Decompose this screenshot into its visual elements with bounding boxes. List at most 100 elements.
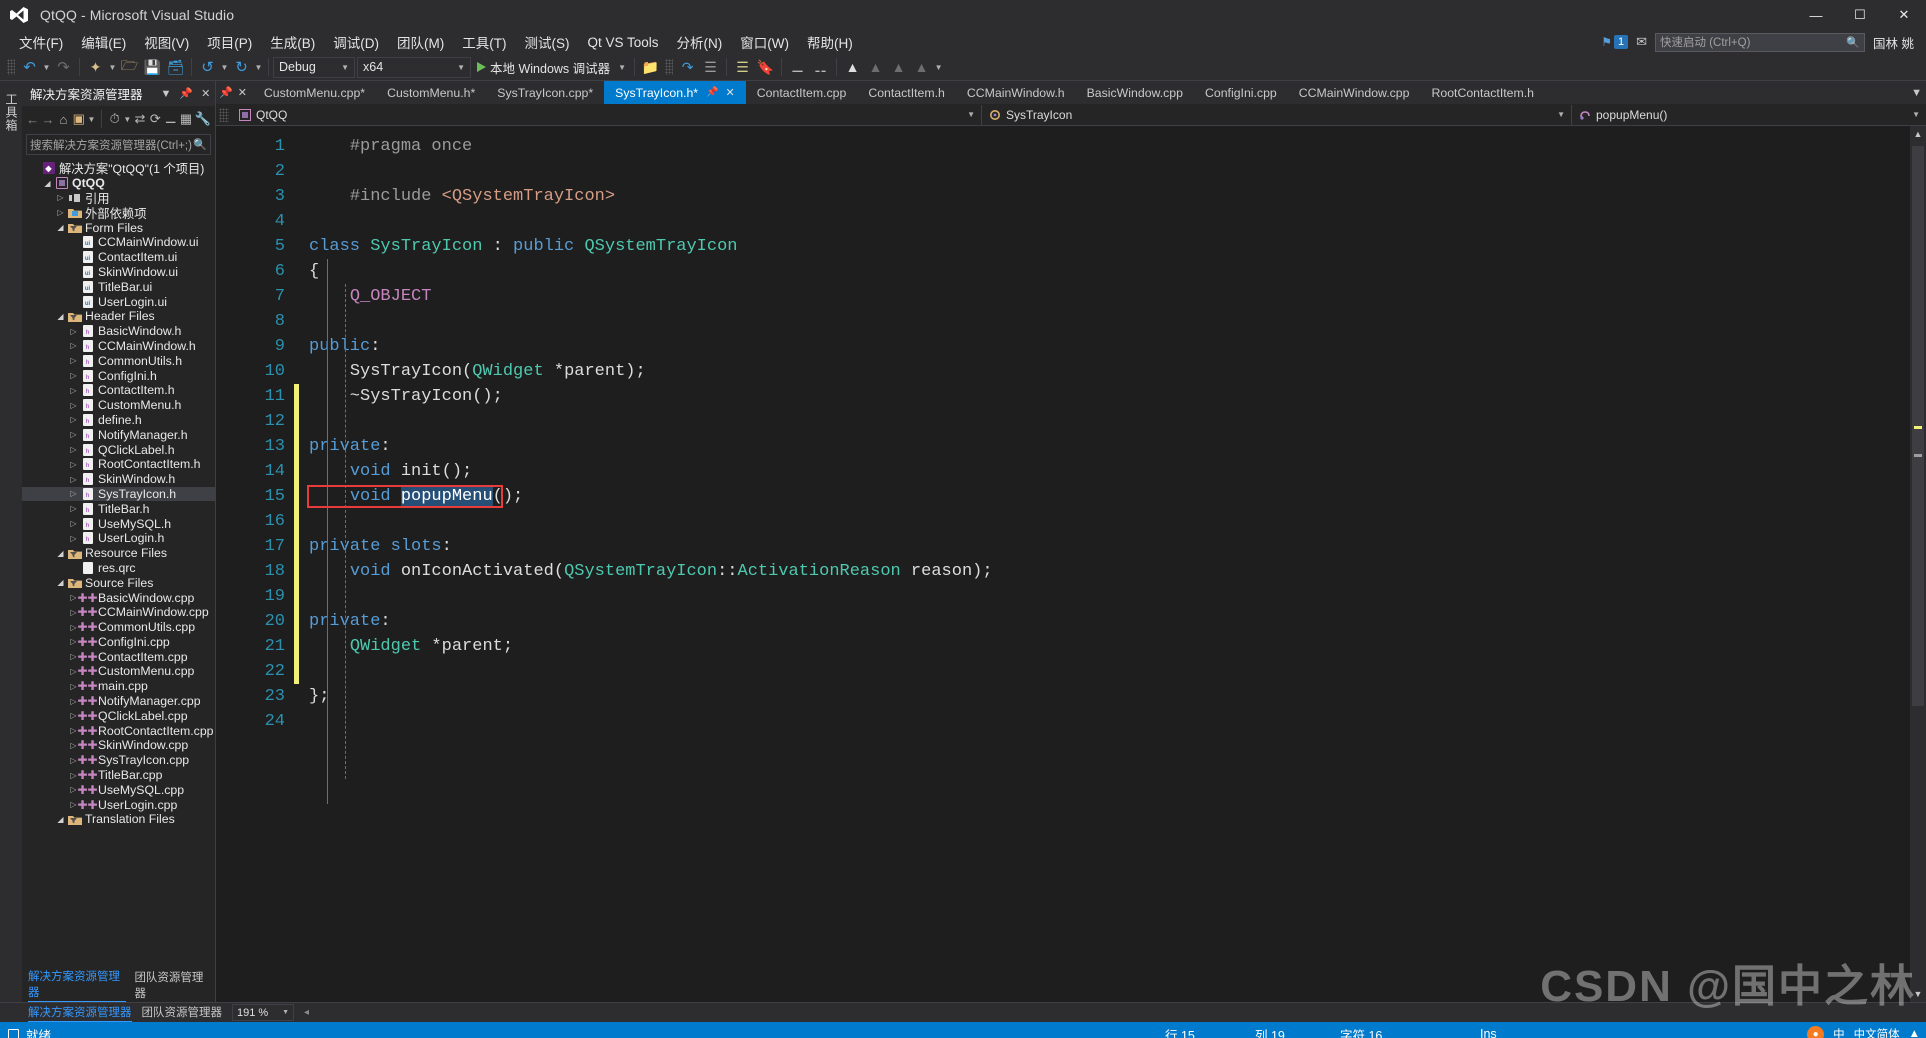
tree-item-userlogin.ui[interactable]: ui UserLogin.ui: [22, 294, 215, 309]
collapse-all-icon[interactable]: ⚊: [164, 109, 177, 129]
chevron-collapsed-icon[interactable]: ▷: [67, 415, 80, 424]
tree-item-skinwindow.cpp[interactable]: ▷ ✚✚ SkinWindow.cpp: [22, 738, 215, 753]
editor-tab-configini.cpp[interactable]: ConfigIni.cpp: [1194, 81, 1288, 104]
configuration-select[interactable]: Debug ▼: [273, 56, 355, 78]
chevron-collapsed-icon[interactable]: ▷: [67, 371, 80, 380]
show-all-files-icon[interactable]: ▦: [179, 109, 192, 129]
panel-tab-solution-explorer[interactable]: 解决方案资源管理器: [28, 968, 127, 1002]
toolbar-extra-5-icon[interactable]: ▲: [887, 56, 910, 78]
menu-item-build[interactable]: 生成(B): [261, 30, 324, 54]
new-project-icon[interactable]: ✦: [84, 56, 107, 78]
panel-tab-team-explorer[interactable]: 团队资源管理器: [134, 969, 211, 1002]
tree-item-qclicklabel.cpp[interactable]: ▷ ✚✚ QClickLabel.cpp: [22, 708, 215, 723]
code-line-8[interactable]: [299, 309, 1910, 334]
tree-item-header-files[interactable]: ◢ Header Files: [22, 309, 215, 324]
menu-item-qt-vs-tools[interactable]: Qt VS Tools: [579, 33, 668, 52]
close-icon[interactable]: ✕: [199, 87, 212, 100]
tree-item-commonutils.h[interactable]: ▷ h CommonUtils.h: [22, 353, 215, 368]
redo-caret-icon[interactable]: ▼: [253, 56, 264, 78]
tree-item-ccmainwindow.ui[interactable]: ui CCMainWindow.ui: [22, 235, 215, 250]
chevron-collapsed-icon[interactable]: ▷: [54, 193, 67, 202]
menu-item-window[interactable]: 窗口(W): [731, 30, 798, 54]
scroll-down-icon[interactable]: ▼: [1910, 986, 1926, 1002]
refresh-icon[interactable]: ⟳: [149, 109, 162, 129]
chevron-expanded-icon[interactable]: ◢: [54, 578, 67, 587]
chevron-down-icon[interactable]: ▼: [87, 108, 95, 130]
toolbar-grip[interactable]: [665, 59, 674, 75]
tree-item-systrayicon.cpp[interactable]: ▷ ✚✚ SysTrayIcon.cpp: [22, 753, 215, 768]
minimize-button[interactable]: —: [1794, 0, 1838, 30]
solution-search-input[interactable]: 搜索解决方案资源管理器(Ctrl+;) 🔍: [26, 134, 211, 155]
code-line-4[interactable]: [299, 209, 1910, 234]
tree-item-main.cpp[interactable]: ▷ ✚✚ main.cpp: [22, 679, 215, 694]
redo-icon[interactable]: ↻: [230, 56, 253, 78]
code-line-3[interactable]: #include <QSystemTrayIcon>: [299, 184, 1910, 209]
editor-tab-custommenu.cpp-[interactable]: CustomMenu.cpp*: [253, 81, 376, 104]
attach-process-icon[interactable]: 📁: [639, 56, 662, 78]
tree-item-contactitem.h[interactable]: ▷ h ContactItem.h: [22, 383, 215, 398]
undo-caret-icon[interactable]: ▼: [219, 56, 230, 78]
toolbar-extra-4-icon[interactable]: ▲: [864, 56, 887, 78]
menu-item-file[interactable]: 文件(F): [10, 30, 72, 54]
close-icon[interactable]: ✕: [238, 86, 247, 99]
scroll-up-icon[interactable]: ▲: [1910, 126, 1926, 142]
code-line-22[interactable]: [299, 659, 1910, 684]
comment-icon[interactable]: ☰: [699, 56, 722, 78]
editor-vertical-scrollbar[interactable]: ▲ ▼: [1910, 126, 1926, 1002]
tree-item-skinwindow.h[interactable]: ▷ h SkinWindow.h: [22, 472, 215, 487]
breakpoint-gutter[interactable]: [216, 126, 234, 1002]
home-icon[interactable]: ⌂: [57, 109, 70, 129]
tree-item--[interactable]: ▷ 外部依赖项: [22, 205, 215, 221]
chevron-collapsed-icon[interactable]: ▷: [67, 475, 80, 484]
chevron-collapsed-icon[interactable]: ▷: [67, 341, 80, 350]
chevron-expanded-icon[interactable]: ◢: [54, 312, 67, 321]
close-button[interactable]: ✕: [1882, 0, 1926, 30]
tree-item-basicwindow.cpp[interactable]: ▷ ✚✚ BasicWindow.cpp: [22, 590, 215, 605]
navigate-forward-icon[interactable]: ↷: [52, 56, 75, 78]
tree-item-rootcontactitem.h[interactable]: ▷ h RootContactItem.h: [22, 457, 215, 472]
menu-item-project[interactable]: 项目(P): [198, 30, 261, 54]
platform-select[interactable]: x64 ▼: [357, 56, 471, 78]
menu-item-help[interactable]: 帮助(H): [798, 30, 862, 54]
chevron-collapsed-icon[interactable]: ▷: [67, 356, 80, 365]
code-line-14[interactable]: void init();: [299, 459, 1910, 484]
editor-tab-systrayicon.h-[interactable]: SysTrayIcon.h* 📌 ✕: [604, 81, 746, 104]
code-line-16[interactable]: [299, 509, 1910, 534]
tree-item-resource-files[interactable]: ◢ Resource Files: [22, 546, 215, 561]
indent-icon[interactable]: ☰: [731, 56, 754, 78]
user-account-name[interactable]: 国林 姚: [1873, 33, 1920, 52]
step-into-icon[interactable]: ↷: [676, 56, 699, 78]
zoom-select[interactable]: 191 % ▼: [232, 1004, 294, 1021]
code-line-20[interactable]: private:: [299, 609, 1910, 634]
tree-item-skinwindow.ui[interactable]: ui SkinWindow.ui: [22, 265, 215, 280]
vertical-tab-toolbox[interactable]: 工具箱: [0, 87, 23, 138]
code-line-1[interactable]: #pragma once: [299, 134, 1910, 159]
tree-item-systrayicon.h[interactable]: ▷ h SysTrayIcon.h: [22, 486, 215, 502]
chevron-collapsed-icon[interactable]: ▷: [67, 430, 80, 439]
code-line-10[interactable]: SysTrayIcon(QWidget *parent);: [299, 359, 1910, 384]
tree-item-res.qrc[interactable]: res.qrc: [22, 561, 215, 576]
chevron-expanded-icon[interactable]: ◢: [54, 815, 67, 824]
code-line-12[interactable]: [299, 409, 1910, 434]
chevron-collapsed-icon[interactable]: ▷: [54, 208, 67, 217]
tree-item-translation-files[interactable]: ◢ Translation Files: [22, 812, 215, 827]
feedback-icon[interactable]: ✉: [1636, 34, 1647, 50]
pin-icon[interactable]: 📌: [706, 87, 718, 98]
tree-item-qtqq[interactable]: ◢ QtQQ: [22, 176, 215, 191]
navbar-member-select[interactable]: popupMenu() ▼: [1572, 105, 1926, 125]
pin-icon[interactable]: 📌: [219, 86, 233, 99]
maximize-button[interactable]: ☐: [1838, 0, 1882, 30]
tree-item-commonutils.cpp[interactable]: ▷ ✚✚ CommonUtils.cpp: [22, 620, 215, 635]
editor-tab-contactitem.cpp[interactable]: ContactItem.cpp: [746, 81, 858, 104]
start-debugging-button[interactable]: 本地 Windows 调试器 ▼: [473, 58, 630, 77]
sync-icon[interactable]: ⇄: [133, 109, 146, 129]
tree-item-custommenu.cpp[interactable]: ▷ ✚✚ CustomMenu.cpp: [22, 664, 215, 679]
bookmark-icon[interactable]: 🔖: [754, 56, 777, 78]
menu-item-test[interactable]: 测试(S): [516, 30, 579, 54]
code-line-7[interactable]: Q_OBJECT: [299, 284, 1910, 309]
pin-icon[interactable]: 📌: [177, 87, 195, 100]
code-line-17[interactable]: private slots:: [299, 534, 1910, 559]
new-project-caret-icon[interactable]: ▼: [107, 56, 118, 78]
code-editor[interactable]: 1 2 3 4 5 6 7 8 9 10 11 12 13 14 15 16 17 18 19 20 21 22 23 24 …: [216, 126, 1926, 1002]
chevron-down-icon[interactable]: ▼: [159, 88, 174, 100]
